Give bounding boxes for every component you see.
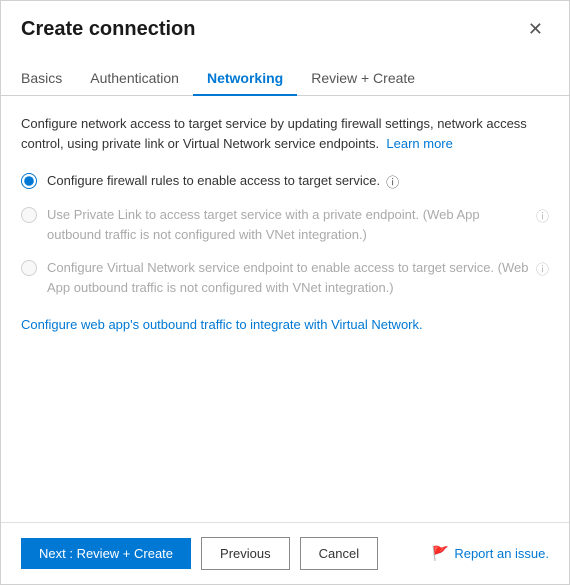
private-link-label: Use Private Link to access target servic… [47,205,530,244]
vnet-endpoint-info-icon[interactable]: ⓘ [536,259,549,278]
previous-button[interactable]: Previous [201,537,290,570]
vnet-endpoint-option[interactable]: Configure Virtual Network service endpoi… [21,258,549,297]
tab-review-create[interactable]: Review + Create [297,62,429,96]
create-connection-dialog: Create connection ✕ Basics Authenticatio… [0,0,570,585]
tab-authentication[interactable]: Authentication [76,62,193,96]
dialog-title: Create connection [21,18,195,41]
dialog-footer: Next : Review + Create Previous Cancel 🚩… [1,522,569,584]
report-issue-link[interactable]: 🚩 Report an issue. [432,545,549,562]
firewall-option[interactable]: Configure firewall rules to enable acces… [21,171,549,191]
description-text: Configure network access to target servi… [21,114,549,153]
vnet-link-section: Configure web app's outbound traffic to … [21,317,549,332]
private-link-radio[interactable] [21,207,37,223]
cancel-button[interactable]: Cancel [300,537,378,570]
report-icon: 🚩 [432,545,449,562]
next-button[interactable]: Next : Review + Create [21,538,191,569]
firewall-label: Configure firewall rules to enable acces… [47,171,380,191]
tab-networking[interactable]: Networking [193,62,297,96]
vnet-configure-link[interactable]: Configure web app's outbound traffic to … [21,317,423,332]
private-link-option[interactable]: Use Private Link to access target servic… [21,205,549,244]
report-label: Report an issue. [454,546,549,561]
tab-basics[interactable]: Basics [21,62,76,96]
vnet-endpoint-radio[interactable] [21,260,37,276]
network-options-group: Configure firewall rules to enable acces… [21,171,549,297]
learn-more-link[interactable]: Learn more [386,136,452,151]
private-link-info-icon[interactable]: ⓘ [536,206,549,225]
close-button[interactable]: ✕ [522,17,549,42]
tab-bar: Basics Authentication Networking Review … [1,50,569,96]
firewall-radio[interactable] [21,173,37,189]
dialog-header: Create connection ✕ [1,1,569,42]
firewall-info-icon[interactable]: ⓘ [386,172,399,191]
dialog-body: Configure network access to target servi… [1,96,569,522]
vnet-endpoint-label: Configure Virtual Network service endpoi… [47,258,530,297]
